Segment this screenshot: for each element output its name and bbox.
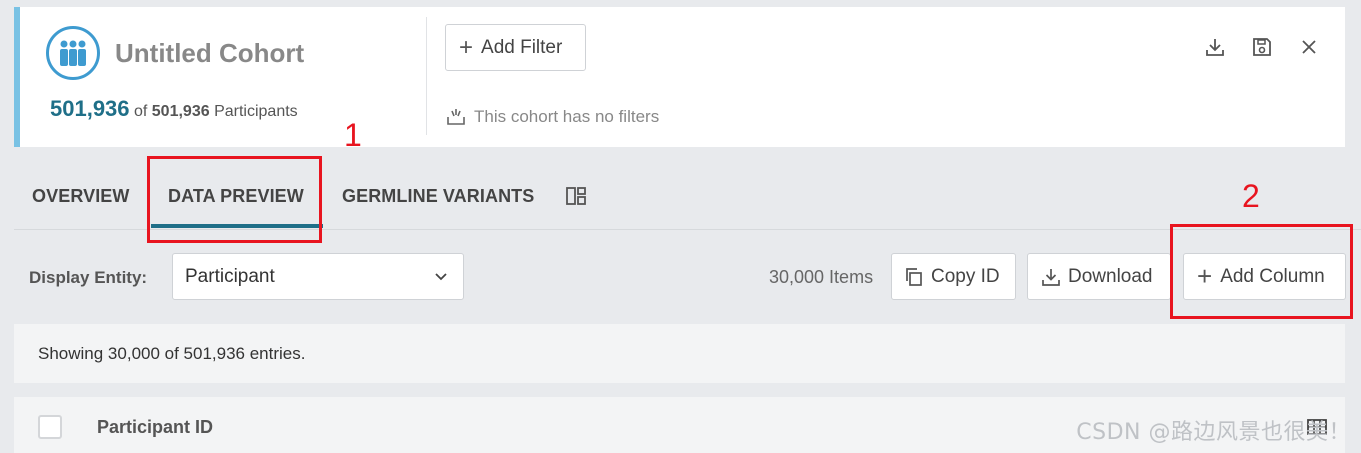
entries-summary: Showing 30,000 of 501,936 entries. xyxy=(14,324,1345,383)
close-icon[interactable] xyxy=(1299,36,1319,58)
download-button[interactable]: Download xyxy=(1027,253,1171,300)
empty-tray-icon xyxy=(447,109,465,125)
divider xyxy=(426,17,427,135)
display-entity-value: Participant xyxy=(185,265,275,287)
download-icon[interactable] xyxy=(1205,36,1225,58)
add-filter-label: Add Filter xyxy=(481,36,563,58)
participants-label: Participants xyxy=(214,103,298,120)
annotation-number-2: 2 xyxy=(1242,178,1260,214)
display-entity-select[interactable]: Participant xyxy=(172,253,464,300)
layout-icon[interactable] xyxy=(566,187,586,210)
participant-count: 501,936 of 501,936 Participants xyxy=(50,96,298,122)
cohort-card: Untitled Cohort 501,936 of 501,936 Parti… xyxy=(14,7,1345,147)
annotation-box-1 xyxy=(147,156,322,243)
display-entity-label: Display Entity: xyxy=(29,268,148,287)
cohort-people-icon xyxy=(46,26,100,80)
no-filters-message: This cohort has no filters xyxy=(446,107,659,127)
add-filter-button[interactable]: + Add Filter xyxy=(445,24,586,71)
plus-icon: + xyxy=(459,33,474,61)
download-label: Download xyxy=(1068,265,1153,287)
tab-germline-variants[interactable]: GERMLINE VARIANTS xyxy=(342,186,534,207)
items-count: 30,000 Items xyxy=(769,267,874,287)
participant-count-value: 501,936 xyxy=(50,96,130,121)
annotation-box-2 xyxy=(1170,224,1353,319)
save-icon[interactable] xyxy=(1252,36,1272,58)
no-filters-text: This cohort has no filters xyxy=(474,107,660,126)
copy-icon xyxy=(906,267,922,286)
watermark: CSDN @路边风景也很美！ xyxy=(1076,420,1351,445)
copy-id-label: Copy ID xyxy=(931,265,1000,287)
annotation-number-1: 1 xyxy=(344,117,362,153)
download-icon xyxy=(1042,268,1060,286)
chevron-down-icon xyxy=(435,273,447,281)
cohort-actions xyxy=(1205,36,1319,58)
cohort-title[interactable]: Untitled Cohort xyxy=(115,38,304,69)
select-all-checkbox[interactable] xyxy=(38,415,62,439)
of-label: of xyxy=(133,103,148,120)
tab-overview[interactable]: OVERVIEW xyxy=(32,186,130,207)
participant-total: 501,936 xyxy=(151,103,210,120)
column-header-participant-id[interactable]: Participant ID xyxy=(97,417,213,438)
copy-id-button[interactable]: Copy ID xyxy=(891,253,1016,300)
